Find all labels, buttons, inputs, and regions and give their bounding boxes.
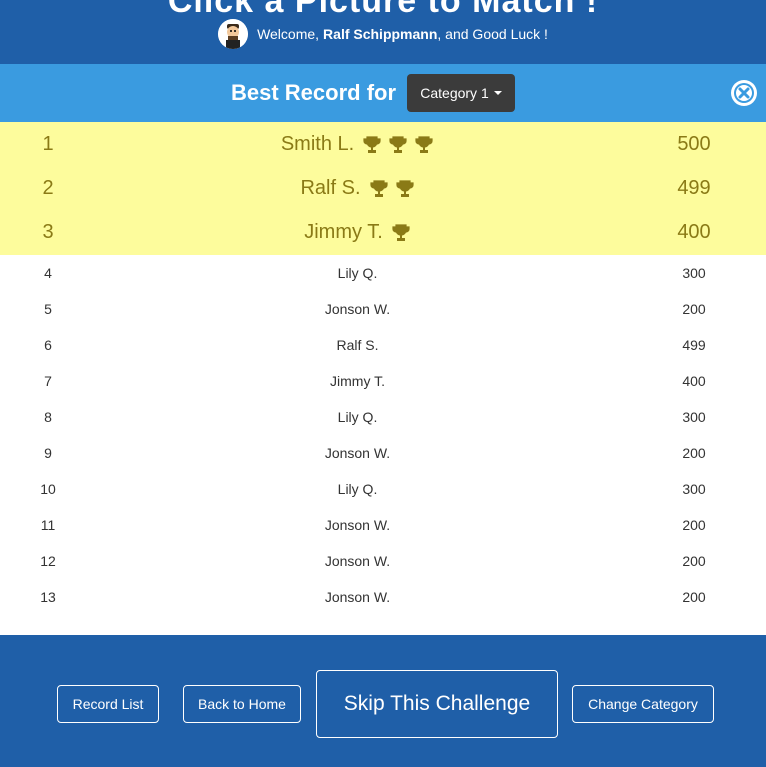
trophies — [369, 179, 415, 198]
player-name: Smith L. — [280, 133, 355, 155]
score: 500 — [677, 133, 711, 155]
rank: 8 — [44, 409, 52, 425]
player-name: Jonson W. — [324, 445, 391, 461]
skip-challenge-button[interactable]: Skip This Challenge — [316, 670, 558, 738]
table-row: 11 Jonson W. 200 — [0, 507, 766, 543]
header: Click a Picture to Match ! Welcome, Ralf… — [0, 0, 766, 64]
welcome-suffix: , and Good Luck ! — [437, 26, 548, 42]
category-label: Category 1 — [420, 85, 489, 101]
player-name: Lily Q. — [337, 481, 378, 497]
rank: 5 — [44, 301, 52, 317]
player-name: Lily Q. — [337, 409, 378, 425]
record-bar: Best Record for Category 1 — [0, 64, 766, 122]
score: 300 — [682, 481, 706, 497]
top-three-podium: 1 Smith L. 500 2 Ralf S. 499 3 Jimmy T. — [0, 122, 766, 255]
footer: Record List Back to Home Skip This Chall… — [0, 635, 766, 767]
score: 200 — [682, 445, 706, 461]
table-row: 10 Lily Q. 300 — [0, 471, 766, 507]
trophy-icon — [395, 179, 414, 197]
record-list-button[interactable]: Record List — [57, 685, 159, 723]
trophy-icon — [415, 135, 433, 153]
rank: 4 — [44, 265, 52, 281]
table-row: 8 Lily Q. 300 — [0, 399, 766, 435]
table-row: 4 Lily Q. 300 — [0, 255, 766, 291]
rank: 12 — [40, 553, 56, 569]
score: 499 — [682, 337, 706, 353]
podium-row: 1 Smith L. 500 — [0, 122, 766, 166]
welcome-message: Welcome, Ralf Schippmann, and Good Luck … — [0, 18, 766, 50]
rank: 3 — [42, 221, 54, 243]
avatar — [218, 19, 249, 49]
rank: 2 — [42, 177, 54, 199]
record-title: Best Record for — [231, 80, 397, 105]
close-icon[interactable] — [731, 80, 757, 106]
trophies — [362, 135, 434, 154]
rank: 9 — [44, 445, 52, 461]
score: 400 — [682, 373, 706, 389]
player-name: Ralf S. — [300, 177, 361, 199]
table-row: 13 Jonson W. 200 — [0, 579, 766, 615]
user-name: Ralf Schippmann — [323, 26, 438, 42]
rank: 10 — [40, 481, 56, 497]
player-name: Jimmy T. — [330, 373, 385, 389]
table-row: 7 Jimmy T. 400 — [0, 363, 766, 399]
player-name: Jonson W. — [324, 517, 391, 533]
score: 200 — [682, 553, 706, 569]
welcome-prefix: Welcome, — [257, 26, 320, 42]
player-name: Jonson W. — [324, 301, 391, 317]
rank: 11 — [40, 517, 56, 533]
category-dropdown[interactable]: Category 1 — [407, 74, 515, 112]
table-row: 12 Jonson W. 200 — [0, 543, 766, 579]
score: 200 — [682, 589, 706, 605]
score: 300 — [682, 265, 706, 281]
player-name: Jimmy T. — [304, 221, 383, 243]
change-category-button[interactable]: Change Category — [572, 685, 714, 723]
rank: 13 — [40, 589, 56, 605]
trophy-icon — [392, 223, 410, 241]
table-row: 6 Ralf S. 499 — [0, 327, 766, 363]
rank: 6 — [44, 337, 52, 353]
score: 200 — [682, 517, 706, 533]
score: 400 — [677, 221, 711, 243]
rank: 1 — [42, 133, 54, 155]
player-name: Jonson W. — [324, 553, 391, 569]
podium-row: 2 Ralf S. 499 — [0, 166, 766, 210]
trophy-icon — [389, 135, 407, 153]
trophies — [391, 223, 411, 242]
rank: 7 — [44, 373, 52, 389]
table-row: 9 Jonson W. 200 — [0, 435, 766, 471]
trophy-icon — [369, 179, 388, 197]
podium-row: 3 Jimmy T. 400 — [0, 210, 766, 254]
player-name: Lily Q. — [337, 265, 378, 281]
table-row: 5 Jonson W. 200 — [0, 291, 766, 327]
back-to-home-button[interactable]: Back to Home — [183, 685, 301, 723]
score: 499 — [677, 177, 711, 199]
player-name: Ralf S. — [336, 337, 379, 353]
score: 200 — [682, 301, 706, 317]
trophy-icon — [363, 135, 381, 153]
score: 300 — [682, 409, 706, 425]
player-name: Jonson W. — [324, 589, 391, 605]
chevron-down-icon — [493, 91, 502, 95]
